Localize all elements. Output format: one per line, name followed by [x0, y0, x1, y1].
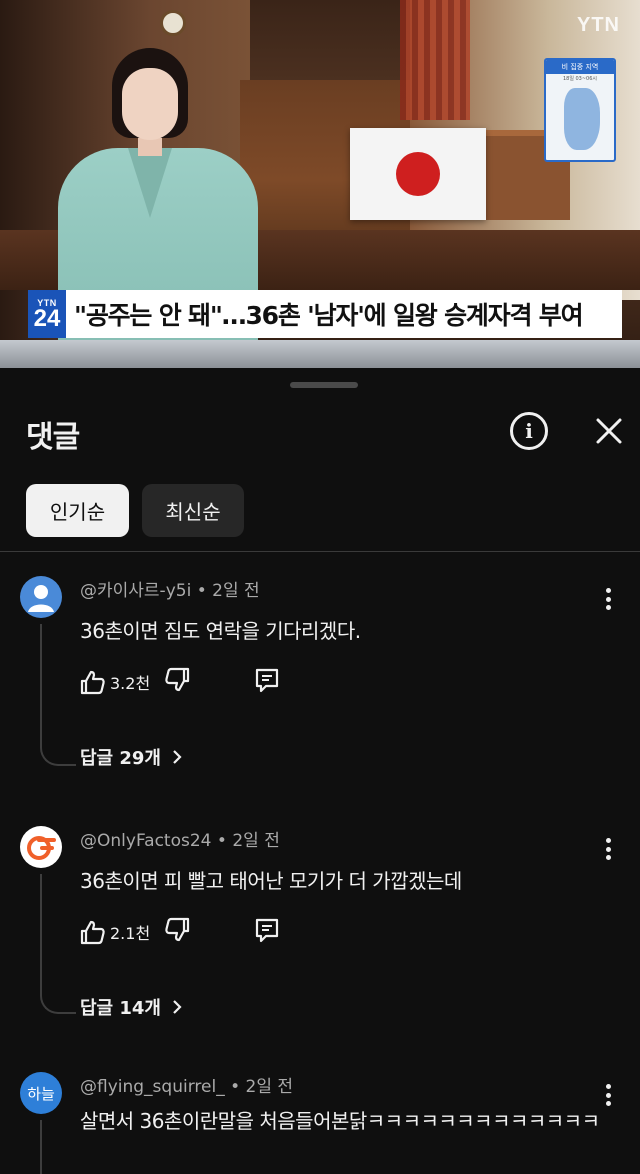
- comment-author[interactable]: @카이사르-y5i: [80, 581, 191, 601]
- map-icon: [564, 88, 600, 150]
- sort-chip-top[interactable]: 인기순: [26, 484, 129, 537]
- avatar[interactable]: [20, 576, 62, 618]
- comment-meta: @flying_squirrel_ • 2일 전: [80, 1077, 294, 1097]
- comment-author[interactable]: @flying_squirrel_: [80, 1077, 225, 1097]
- dislike-button[interactable]: [164, 916, 192, 948]
- comment-text: 36촌이면 짐도 연락을 기다리겠다.: [80, 619, 361, 643]
- comment-author[interactable]: @OnlyFactos24: [80, 831, 211, 851]
- comment-text: 36촌이면 피 빨고 태어난 모기가 더 가깝겠는데: [80, 869, 462, 893]
- comment-actions: 3.2천: [78, 666, 282, 698]
- comment-item: 하늘 @flying_squirrel_ • 2일 전 살면서 36촌이란말을 …: [0, 1072, 640, 1174]
- japan-flag-graphic: [350, 128, 486, 220]
- video-background-curtain: [400, 0, 470, 120]
- replies-count: 답글 14개: [80, 998, 161, 1019]
- comment-time: 2일 전: [212, 581, 260, 601]
- avatar[interactable]: 하늘: [20, 1072, 62, 1114]
- dislike-button[interactable]: [164, 666, 192, 698]
- comment-icon: [256, 668, 279, 693]
- chevron-right-icon: [173, 1000, 182, 1014]
- reply-button[interactable]: [252, 915, 282, 949]
- drag-handle[interactable]: [290, 382, 358, 388]
- divider: [0, 551, 640, 552]
- clock-icon: [160, 10, 186, 36]
- comment-meta: @OnlyFactos24 • 2일 전: [80, 831, 280, 851]
- sheet-title: 댓글: [26, 420, 80, 455]
- replies-link[interactable]: 답글 29개: [80, 744, 183, 770]
- more-options-icon[interactable]: [598, 582, 618, 616]
- comment-time: 2일 전: [232, 831, 280, 851]
- comment-time: 2일 전: [245, 1077, 294, 1097]
- comment-actions: 2.1천: [78, 916, 282, 948]
- channel-watermark: YTN: [577, 14, 620, 36]
- flag-sun-icon: [396, 152, 440, 196]
- news-lower-third: YTN 24 "공주는 안 돼"…36촌 '남자'에 일왕 승계자격 부여: [28, 290, 622, 338]
- like-count: 3.2천: [110, 674, 151, 693]
- thumbs-up-icon: [80, 670, 105, 695]
- comment-meta: @카이사르-y5i • 2일 전: [80, 581, 260, 601]
- thumbs-down-icon: [165, 667, 190, 692]
- ytn24-badge: YTN 24: [28, 290, 66, 338]
- video-player[interactable]: YTN 비 집중 지역 18일 03~06시 YTN 24 "공주는 안 돼"……: [0, 0, 640, 368]
- comment-item: @카이사르-y5i • 2일 전 36촌이면 짐도 연락을 기다리겠다. 3.2…: [0, 576, 640, 776]
- replies-link[interactable]: 답글 14개: [80, 994, 183, 1020]
- chevron-right-icon: [173, 750, 182, 764]
- news-ticker-bar: [0, 340, 640, 368]
- weather-map-title: 비 집중 지역: [546, 60, 614, 74]
- more-options-icon[interactable]: [598, 1078, 618, 1112]
- thumbs-down-icon: [165, 917, 190, 942]
- weather-map-subtitle: 18일 03~06시: [562, 76, 598, 82]
- thread-line: [40, 1120, 76, 1174]
- like-button[interactable]: 3.2천: [78, 668, 164, 696]
- logo-icon: [27, 836, 56, 860]
- person-icon: [28, 585, 54, 612]
- comment-text: 살면서 36촌이란말을 처음들어본닭ㅋㅋㅋㅋㅋㅋㅋㅋㅋㅋㅋㅋㅋ: [80, 1109, 600, 1133]
- thread-line: [40, 624, 76, 766]
- comments-sheet: 댓글 i 인기순 최신순 @카이사르-y5i • 2일 전 36촌이면 짐도 연…: [0, 368, 640, 1174]
- thumbs-up-icon: [80, 920, 105, 945]
- like-count: 2.1천: [110, 924, 151, 943]
- info-icon[interactable]: i: [510, 412, 548, 450]
- comment-item: @OnlyFactos24 • 2일 전 36촌이면 피 빨고 태어난 모기가 …: [0, 826, 640, 1026]
- avatar[interactable]: [20, 826, 62, 868]
- replies-count: 답글 29개: [80, 748, 161, 769]
- badge-number: 24: [33, 305, 61, 332]
- thread-line: [40, 874, 76, 1014]
- news-headline: "공주는 안 돼"…36촌 '남자'에 일왕 승계자격 부여: [74, 301, 584, 330]
- sort-chip-newest[interactable]: 최신순: [142, 484, 244, 537]
- more-options-icon[interactable]: [598, 832, 618, 866]
- like-button[interactable]: 2.1천: [78, 918, 164, 946]
- weather-map-inset: 비 집중 지역 18일 03~06시: [544, 58, 616, 162]
- reply-button[interactable]: [252, 665, 282, 699]
- comment-icon: [256, 918, 279, 943]
- close-icon[interactable]: [590, 412, 628, 450]
